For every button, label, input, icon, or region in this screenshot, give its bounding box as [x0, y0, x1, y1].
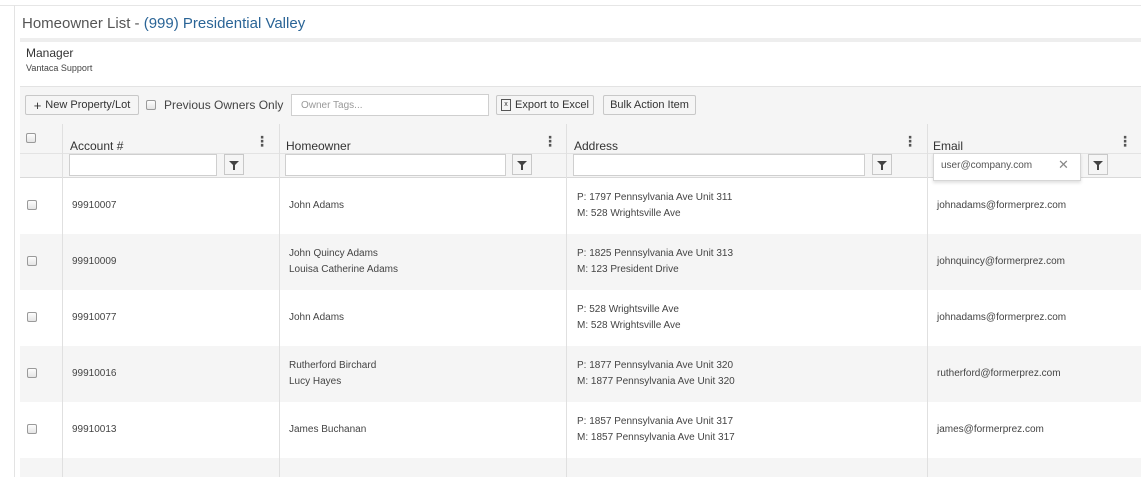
mailing-address: M: 1877 Pennsylvania Ave Unit 320 [577, 376, 735, 387]
homeowner-cell: John Adams [289, 200, 345, 211]
property-address: P: 1797 Pennsylvania Ave Unit 311 [577, 192, 733, 203]
new-property-label: New Property/Lot [45, 99, 131, 111]
filter-icon [229, 160, 239, 170]
table-row[interactable]: 99910007 John Adams P: 1797 Pennsylvania… [20, 178, 1141, 234]
column-menu-icon[interactable]: ⋮ [255, 134, 269, 148]
bulk-action-label: Bulk Action Item [610, 99, 689, 111]
co-owner-cell: Louisa Catherine Adams [289, 264, 398, 275]
email-filter-value: user@company.com [941, 160, 1033, 171]
page-title: Homeowner List - (999) Presidential Vall… [22, 15, 305, 32]
column-menu-icon[interactable]: ⋮ [903, 134, 917, 148]
mailing-address: M: 528 Wrightsville Ave [577, 320, 681, 331]
manager-value: Vantaca Support [26, 63, 93, 73]
homeowner-cell: Rutherford Birchard [289, 360, 377, 371]
column-menu-icon[interactable]: ⋮ [1118, 134, 1132, 148]
mailing-address: M: 528 Wrightsville Ave [577, 208, 681, 219]
new-property-button[interactable]: + New Property/Lot [25, 95, 139, 115]
page-title-prefix: Homeowner List - [22, 15, 144, 32]
filter-icon [517, 160, 527, 170]
column-header-account[interactable]: Account # [70, 139, 123, 153]
association-link[interactable]: (999) Presidential Valley [144, 15, 305, 32]
table-row[interactable]: 99910009 John Quincy Adams Louisa Cather… [20, 234, 1141, 290]
email-cell: johnadams@formerprez.com [937, 200, 1067, 211]
mailing-address: M: 1857 Pennsylvania Ave Unit 317 [577, 432, 735, 443]
previous-owners-toggle[interactable]: Previous Owners Only [146, 98, 283, 112]
column-divider [566, 124, 567, 477]
account-filter-button[interactable] [224, 154, 244, 175]
address-filter-input[interactable] [573, 154, 865, 176]
select-all-checkbox[interactable] [26, 133, 36, 143]
homeowner-cell: James Buchanan [289, 424, 367, 435]
homeowner-filter-input[interactable] [285, 154, 506, 176]
column-header-email[interactable]: Email [933, 139, 963, 153]
address-filter-button[interactable] [872, 154, 892, 175]
previous-owners-checkbox[interactable] [146, 100, 156, 110]
excel-icon: x [501, 99, 511, 111]
row-checkbox[interactable] [27, 312, 37, 322]
property-address: P: 1877 Pennsylvania Ave Unit 320 [577, 360, 734, 371]
homeowner-filter-button[interactable] [512, 154, 532, 175]
manager-label: Manager [26, 46, 74, 60]
column-divider [927, 124, 928, 477]
email-filter-button[interactable] [1088, 154, 1108, 175]
email-filter-input[interactable]: user@company.com ✕ [933, 153, 1081, 181]
table-row[interactable]: 99910016 Rutherford Birchard Lucy Hayes … [20, 346, 1141, 402]
left-border [14, 5, 15, 477]
account-filter-input[interactable] [69, 154, 217, 176]
title-divider [20, 38, 1141, 42]
column-menu-icon[interactable]: ⋮ [543, 134, 557, 148]
previous-owners-label: Previous Owners Only [164, 98, 284, 112]
toolbar: + New Property/Lot Previous Owners Only … [20, 87, 1141, 124]
account-cell: 99910009 [72, 256, 117, 267]
column-divider [62, 124, 63, 477]
table-row[interactable]: 99910077 John Adams P: 528 Wrightsville … [20, 290, 1141, 346]
email-cell: james@formerprez.com [937, 424, 1044, 435]
homeowner-grid: Account # ⋮ Homeowner ⋮ Address ⋮ Email … [20, 124, 1141, 477]
property-address: P: 528 Wrightsville Ave [577, 304, 679, 315]
row-checkbox[interactable] [27, 424, 37, 434]
column-divider [279, 124, 280, 477]
column-header-homeowner[interactable]: Homeowner [286, 139, 351, 153]
property-address: P: 1857 Pennsylvania Ave Unit 317 [577, 416, 734, 427]
row-checkbox[interactable] [27, 200, 37, 210]
property-address: P: 1825 Pennsylvania Ave Unit 313 [577, 248, 734, 259]
table-row-partial[interactable] [20, 458, 1141, 477]
account-cell: 99910013 [72, 424, 117, 435]
homeowner-cell: John Quincy Adams [289, 248, 378, 259]
export-excel-label: Export to Excel [515, 99, 589, 111]
mailing-address: M: 123 President Drive [577, 264, 679, 275]
homeowner-cell: John Adams [289, 312, 345, 323]
email-cell: johnadams@formerprez.com [937, 312, 1067, 323]
export-excel-button[interactable]: x Export to Excel [496, 95, 594, 115]
top-border [0, 5, 1141, 6]
filter-icon [1093, 160, 1103, 170]
co-owner-cell: Lucy Hayes [289, 376, 342, 387]
account-cell: 99910016 [72, 368, 117, 379]
account-cell: 99910007 [72, 200, 117, 211]
filter-icon [877, 160, 887, 170]
email-cell: rutherford@formerprez.com [937, 368, 1061, 379]
account-cell: 99910077 [72, 312, 117, 323]
plus-icon: + [33, 97, 42, 113]
email-cell: johnquincy@formerprez.com [937, 256, 1065, 267]
clear-icon[interactable]: ✕ [1058, 157, 1069, 173]
bulk-action-button[interactable]: Bulk Action Item [603, 95, 696, 115]
row-checkbox[interactable] [27, 368, 37, 378]
column-header-address[interactable]: Address [574, 139, 618, 153]
owner-tags-input[interactable]: Owner Tags... [291, 94, 489, 116]
table-row[interactable]: 99910013 James Buchanan P: 1857 Pennsylv… [20, 402, 1141, 458]
row-checkbox[interactable] [27, 256, 37, 266]
